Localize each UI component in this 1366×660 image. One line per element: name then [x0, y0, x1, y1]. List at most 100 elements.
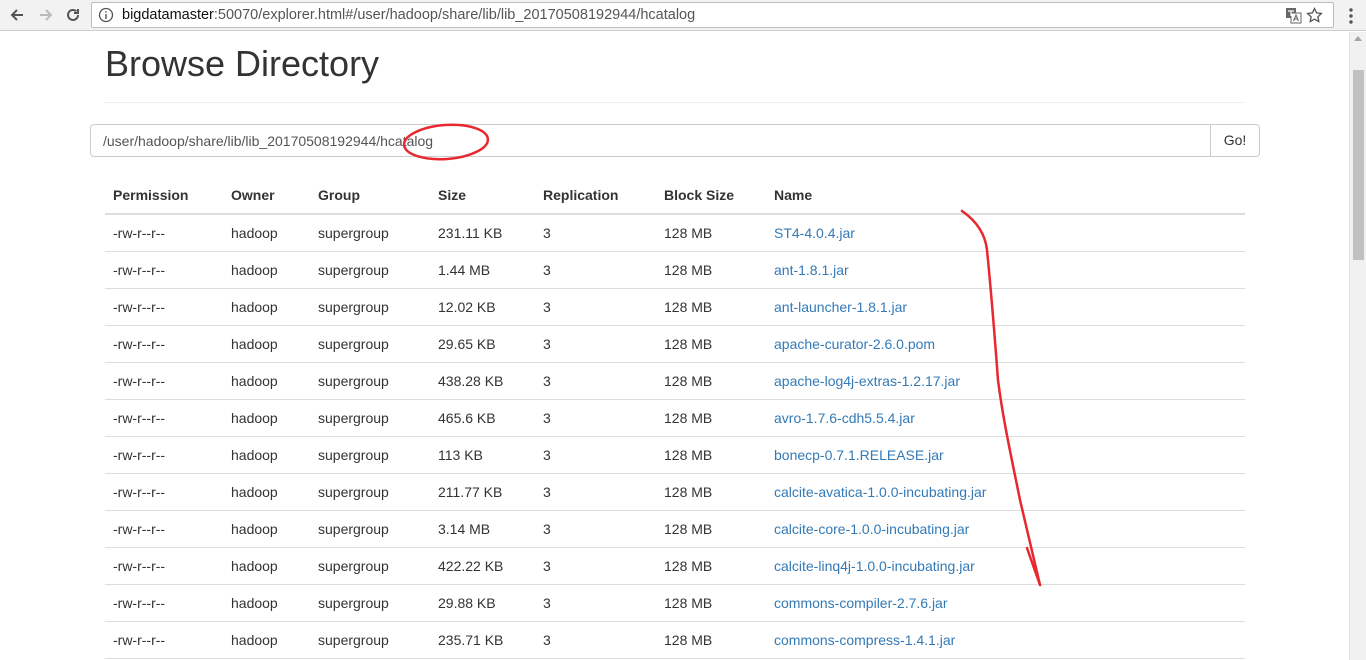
header-name[interactable]: Name	[766, 177, 1245, 215]
header-permission[interactable]: Permission	[105, 177, 223, 215]
cell-replication: 3	[535, 288, 656, 326]
directory-path-input[interactable]	[90, 124, 1211, 157]
cell-replication: 3	[535, 214, 656, 252]
bookmark-star-icon[interactable]	[1306, 7, 1323, 24]
header-owner[interactable]: Owner	[223, 177, 310, 215]
cell-replication: 3	[535, 436, 656, 474]
cell-owner: hadoop	[223, 288, 310, 326]
file-name-link[interactable]: calcite-core-1.0.0-incubating.jar	[766, 510, 1245, 548]
table-row: -rw-r--r-- hadoop supergroup 422.22 KB 3 128 …	[105, 547, 1245, 585]
more-menu-icon[interactable]	[1343, 6, 1359, 26]
cell-size: 231.11 KB	[430, 214, 535, 252]
file-name-link[interactable]: ant-launcher-1.8.1.jar	[766, 288, 1245, 326]
cell-block-size: 128 MB	[656, 436, 766, 474]
scroll-up-arrow-icon[interactable]	[1354, 36, 1362, 41]
url-path: :50070/explorer.html#/user/hadoop/share/…	[213, 7, 696, 23]
cell-owner: hadoop	[223, 214, 310, 252]
translate-icon[interactable]	[1285, 7, 1302, 24]
file-name-link[interactable]: commons-compiler-2.7.6.jar	[766, 584, 1245, 622]
cell-owner: hadoop	[223, 251, 310, 289]
cell-block-size: 128 MB	[656, 214, 766, 252]
cell-size: 211.77 KB	[430, 473, 535, 511]
cell-owner: hadoop	[223, 621, 310, 659]
cell-size: 465.6 KB	[430, 399, 535, 437]
cell-replication: 3	[535, 325, 656, 363]
cell-replication: 3	[535, 547, 656, 585]
cell-size: 12.02 KB	[430, 288, 535, 326]
cell-size: 3.14 MB	[430, 510, 535, 548]
cell-permission: -rw-r--r--	[105, 436, 223, 474]
cell-owner: hadoop	[223, 473, 310, 511]
cell-size: 113 KB	[430, 436, 535, 474]
table-row: -rw-r--r-- hadoop supergroup 465.6 KB 3 128 M…	[105, 399, 1245, 437]
cell-block-size: 128 MB	[656, 621, 766, 659]
file-name-link[interactable]: calcite-linq4j-1.0.0-incubating.jar	[766, 547, 1245, 585]
header-replication[interactable]: Replication	[535, 177, 656, 215]
cell-permission: -rw-r--r--	[105, 362, 223, 400]
address-bar[interactable]: bigdatamaster:50070/explorer.html#/user/…	[91, 2, 1334, 28]
forward-arrow-icon	[40, 9, 53, 21]
file-name-link[interactable]: avro-1.7.6-cdh5.5.4.jar	[766, 399, 1245, 437]
cell-replication: 3	[535, 251, 656, 289]
cell-block-size: 128 MB	[656, 288, 766, 326]
cell-group: supergroup	[310, 399, 430, 437]
file-name-link[interactable]: ST4-4.0.4.jar	[766, 214, 1245, 252]
header-group[interactable]: Group	[310, 177, 430, 215]
cell-owner: hadoop	[223, 547, 310, 585]
back-arrow-icon	[10, 9, 23, 21]
cell-size: 235.71 KB	[430, 621, 535, 659]
reload-button[interactable]	[62, 4, 84, 26]
cell-group: supergroup	[310, 547, 430, 585]
table-row: -rw-r--r-- hadoop supergroup 235.71 KB 3 128 …	[105, 621, 1245, 659]
file-name-link[interactable]: bonecp-0.7.1.RELEASE.jar	[766, 436, 1245, 474]
table-row: -rw-r--r-- hadoop supergroup 29.65 KB 3 128 M…	[105, 325, 1245, 363]
file-name-link[interactable]: calcite-avatica-1.0.0-incubating.jar	[766, 473, 1245, 511]
url-text[interactable]: bigdatamaster:50070/explorer.html#/user/…	[122, 7, 695, 24]
go-button[interactable]: Go!	[1210, 124, 1260, 157]
vertical-scrollbar[interactable]	[1349, 32, 1366, 660]
header-size[interactable]: Size	[430, 177, 535, 215]
cell-permission: -rw-r--r--	[105, 288, 223, 326]
cell-replication: 3	[535, 399, 656, 437]
cell-permission: -rw-r--r--	[105, 251, 223, 289]
file-name-link[interactable]: ant-1.8.1.jar	[766, 251, 1245, 289]
page-title: Browse Directory	[105, 43, 380, 84]
browser-toolbar: bigdatamaster:50070/explorer.html#/user/…	[0, 0, 1366, 31]
cell-size: 438.28 KB	[430, 362, 535, 400]
title-divider	[105, 102, 1245, 103]
cell-group: supergroup	[310, 510, 430, 548]
back-button[interactable]	[6, 4, 28, 26]
cell-owner: hadoop	[223, 510, 310, 548]
cell-replication: 3	[535, 473, 656, 511]
info-icon[interactable]	[98, 7, 114, 23]
file-name-link[interactable]: apache-curator-2.6.0.pom	[766, 325, 1245, 363]
table-row: -rw-r--r-- hadoop supergroup 29.88 KB 3 128 M…	[105, 584, 1245, 622]
cell-size: 1.44 MB	[430, 251, 535, 289]
cell-permission: -rw-r--r--	[105, 325, 223, 363]
file-name-link[interactable]: commons-compress-1.4.1.jar	[766, 621, 1245, 659]
cell-block-size: 128 MB	[656, 362, 766, 400]
reload-icon	[67, 8, 79, 21]
cell-block-size: 128 MB	[656, 325, 766, 363]
scrollbar-thumb[interactable]	[1353, 70, 1364, 260]
cell-replication: 3	[535, 362, 656, 400]
header-block-size[interactable]: Block Size	[656, 177, 766, 215]
cell-permission: -rw-r--r--	[105, 547, 223, 585]
cell-group: supergroup	[310, 251, 430, 289]
table-row: -rw-r--r-- hadoop supergroup 12.02 KB 3 128 M…	[105, 288, 1245, 326]
forward-button[interactable]	[35, 4, 57, 26]
cell-permission: -rw-r--r--	[105, 399, 223, 437]
cell-size: 29.88 KB	[430, 584, 535, 622]
cell-size: 29.65 KB	[430, 325, 535, 363]
cell-group: supergroup	[310, 325, 430, 363]
cell-block-size: 128 MB	[656, 251, 766, 289]
file-name-link[interactable]: apache-log4j-extras-1.2.17.jar	[766, 362, 1245, 400]
cell-replication: 3	[535, 584, 656, 622]
cell-block-size: 128 MB	[656, 584, 766, 622]
cell-owner: hadoop	[223, 584, 310, 622]
cell-block-size: 128 MB	[656, 399, 766, 437]
cell-permission: -rw-r--r--	[105, 621, 223, 659]
table-header-row: Permission Owner Group Size Replication …	[105, 177, 1245, 215]
cell-group: supergroup	[310, 288, 430, 326]
cell-group: supergroup	[310, 473, 430, 511]
